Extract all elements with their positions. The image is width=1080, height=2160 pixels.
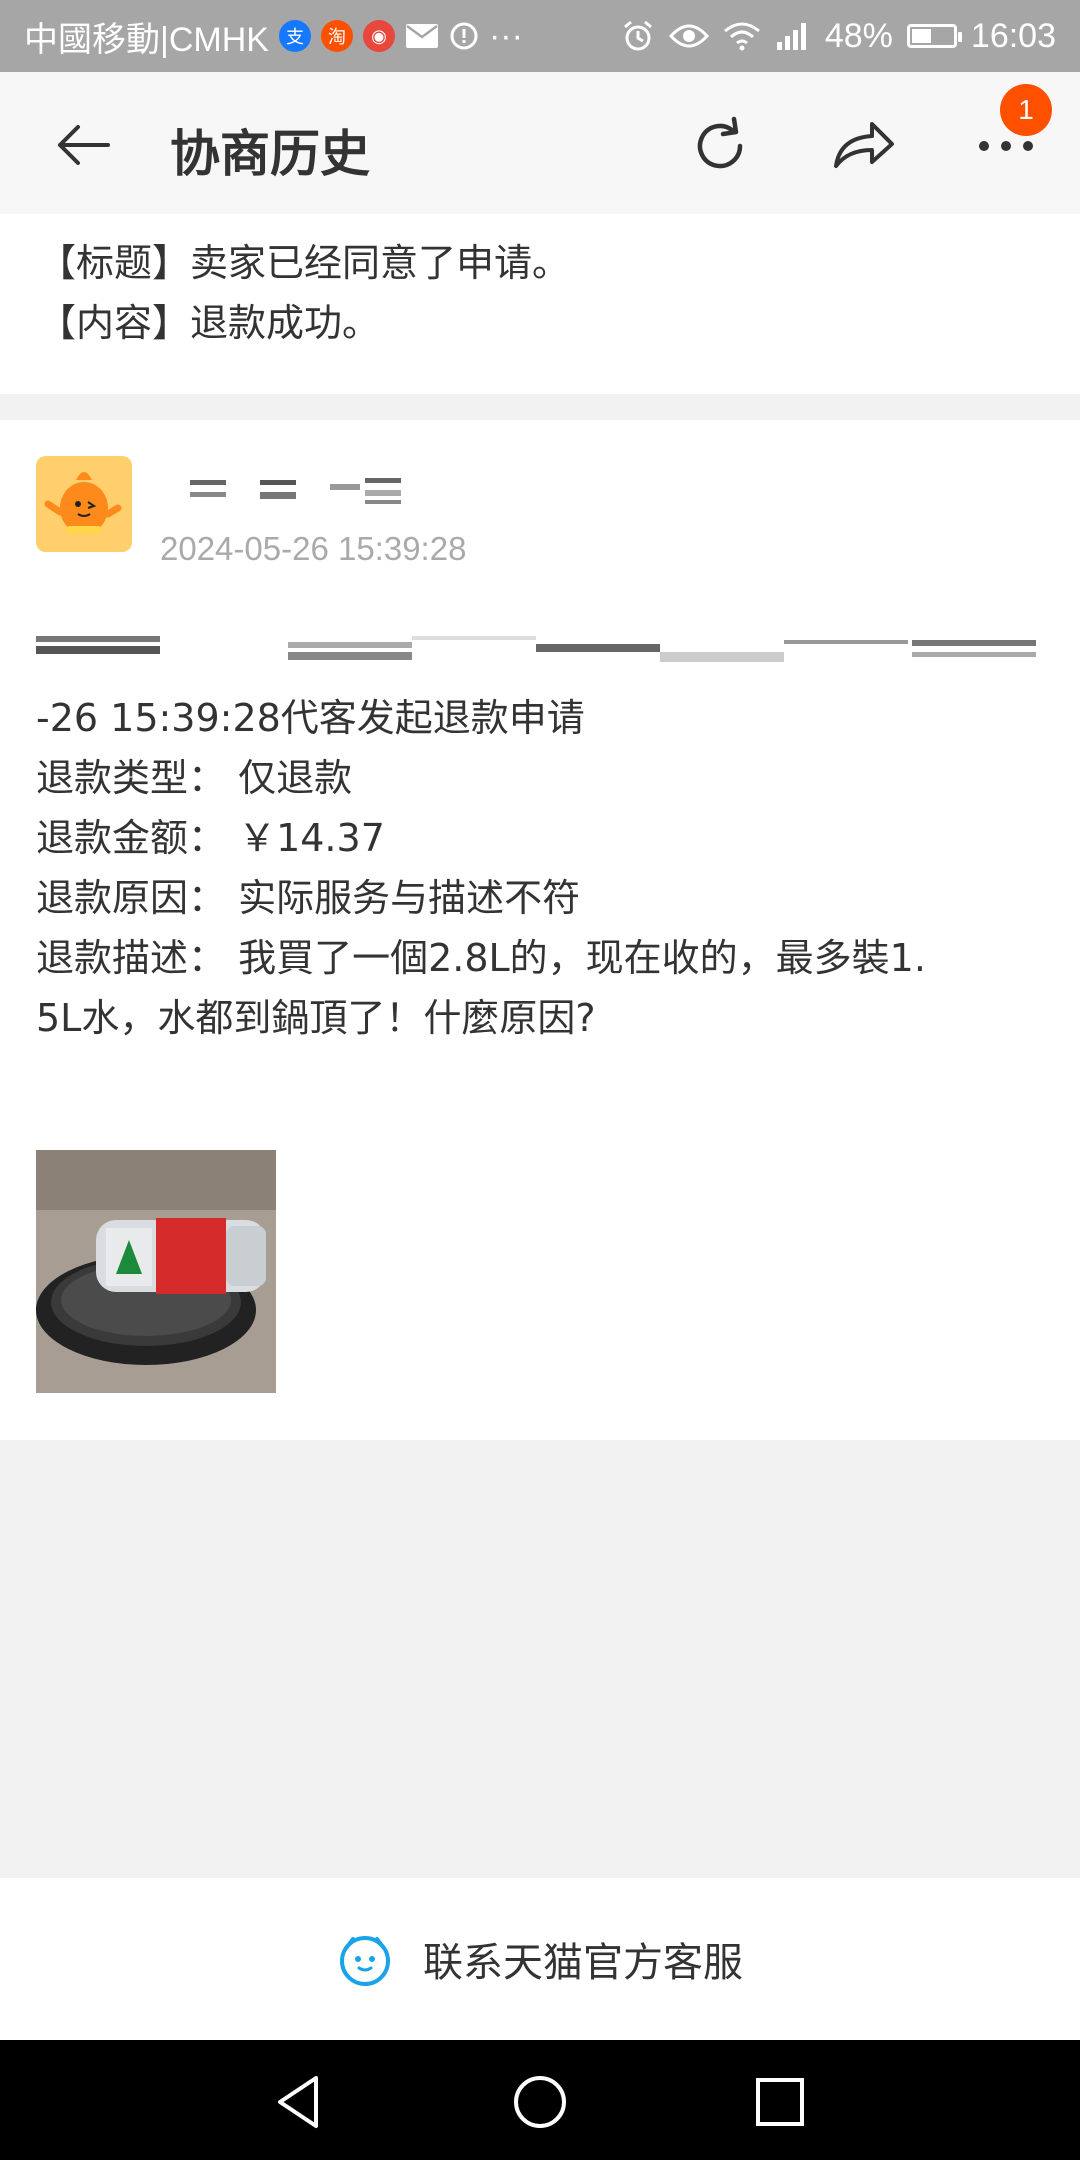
battery-icon xyxy=(906,24,962,48)
carrier-label: 中國移動|CMHK xyxy=(24,20,269,59)
contact-service-button[interactable]: 联系天猫官方客服 xyxy=(337,1930,743,1988)
avatar[interactable] xyxy=(36,456,132,552)
taobao-icon: 淘 xyxy=(320,20,353,52)
refund-description: 退款描述： 我買了一個2.8L的，现在收的，最多裝1. xyxy=(36,936,926,980)
summary-title: 【标题】卖家已经同意了申请。 xyxy=(38,241,571,285)
redacted-text xyxy=(36,636,1036,662)
customer-service-icon xyxy=(340,1936,390,1986)
battery-percent: 48% xyxy=(824,16,893,55)
alert-icon xyxy=(450,22,478,50)
mascot-icon xyxy=(36,456,132,552)
contact-service-label: 联系天猫官方客服 xyxy=(423,1940,743,1986)
alipay-icon: 支 xyxy=(278,20,311,52)
nav-recents-icon[interactable] xyxy=(748,2070,812,2134)
system-nav-bar xyxy=(0,2040,1080,2160)
refund-reason: 退款原因： 实际服务与描述不符 xyxy=(36,876,581,920)
header: 协商历史 1 xyxy=(0,72,1080,214)
eye-comfort-icon xyxy=(668,24,709,48)
summary-card: 【标题】卖家已经同意了申请。 【内容】退款成功。 xyxy=(0,214,1080,394)
page-title: 协商历史 xyxy=(170,125,370,183)
status-right: 48% 16:03 xyxy=(621,0,1056,72)
status-left: 中國移動|CMHK 支 淘 ◉ ··· xyxy=(24,0,523,72)
nav-home-icon[interactable] xyxy=(508,2070,572,2134)
clock: 16:03 xyxy=(970,16,1056,55)
refund-amount: 退款金额： ￥14.37 xyxy=(36,816,385,860)
message-timestamp: 2024-05-26 15:39:28 xyxy=(160,530,467,567)
back-arrow-icon[interactable] xyxy=(50,110,120,180)
status-bar: 中國移動|CMHK 支 淘 ◉ ··· 48% 16:03 xyxy=(0,0,1080,72)
battery-level xyxy=(911,29,931,43)
app-notification-icon: ◉ xyxy=(362,20,395,52)
mail-icon xyxy=(405,24,438,48)
refund-description-cont: 5L水，水都到鍋頂了！什麼原因? xyxy=(36,996,596,1040)
evidence-photo[interactable] xyxy=(36,1150,276,1393)
nav-back-icon[interactable] xyxy=(268,2070,332,2134)
signal-icon xyxy=(776,23,806,50)
refund-type: 退款类型： 仅退款 xyxy=(36,756,353,800)
more-notifications: ··· xyxy=(488,16,523,55)
message-card: 2024-05-26 15:39:28 -26 15:39:28代客发起退款申请… xyxy=(0,420,1080,1440)
share-icon[interactable] xyxy=(828,110,900,182)
refund-line: -26 15:39:28代客发起退款申请 xyxy=(36,696,585,740)
wifi-icon xyxy=(723,22,760,51)
refresh-icon[interactable] xyxy=(684,110,756,182)
summary-content: 【内容】退款成功。 xyxy=(38,301,381,345)
refund-details: -26 15:39:28代客发起退款申请 退款类型： 仅退款 退款金额： ￥14… xyxy=(36,688,1046,1048)
redacted-username xyxy=(190,478,401,504)
notification-badge: 1 xyxy=(1000,84,1052,136)
alarm-icon xyxy=(623,20,652,51)
contact-service-bar[interactable]: 联系天猫官方客服 xyxy=(0,1878,1080,2040)
